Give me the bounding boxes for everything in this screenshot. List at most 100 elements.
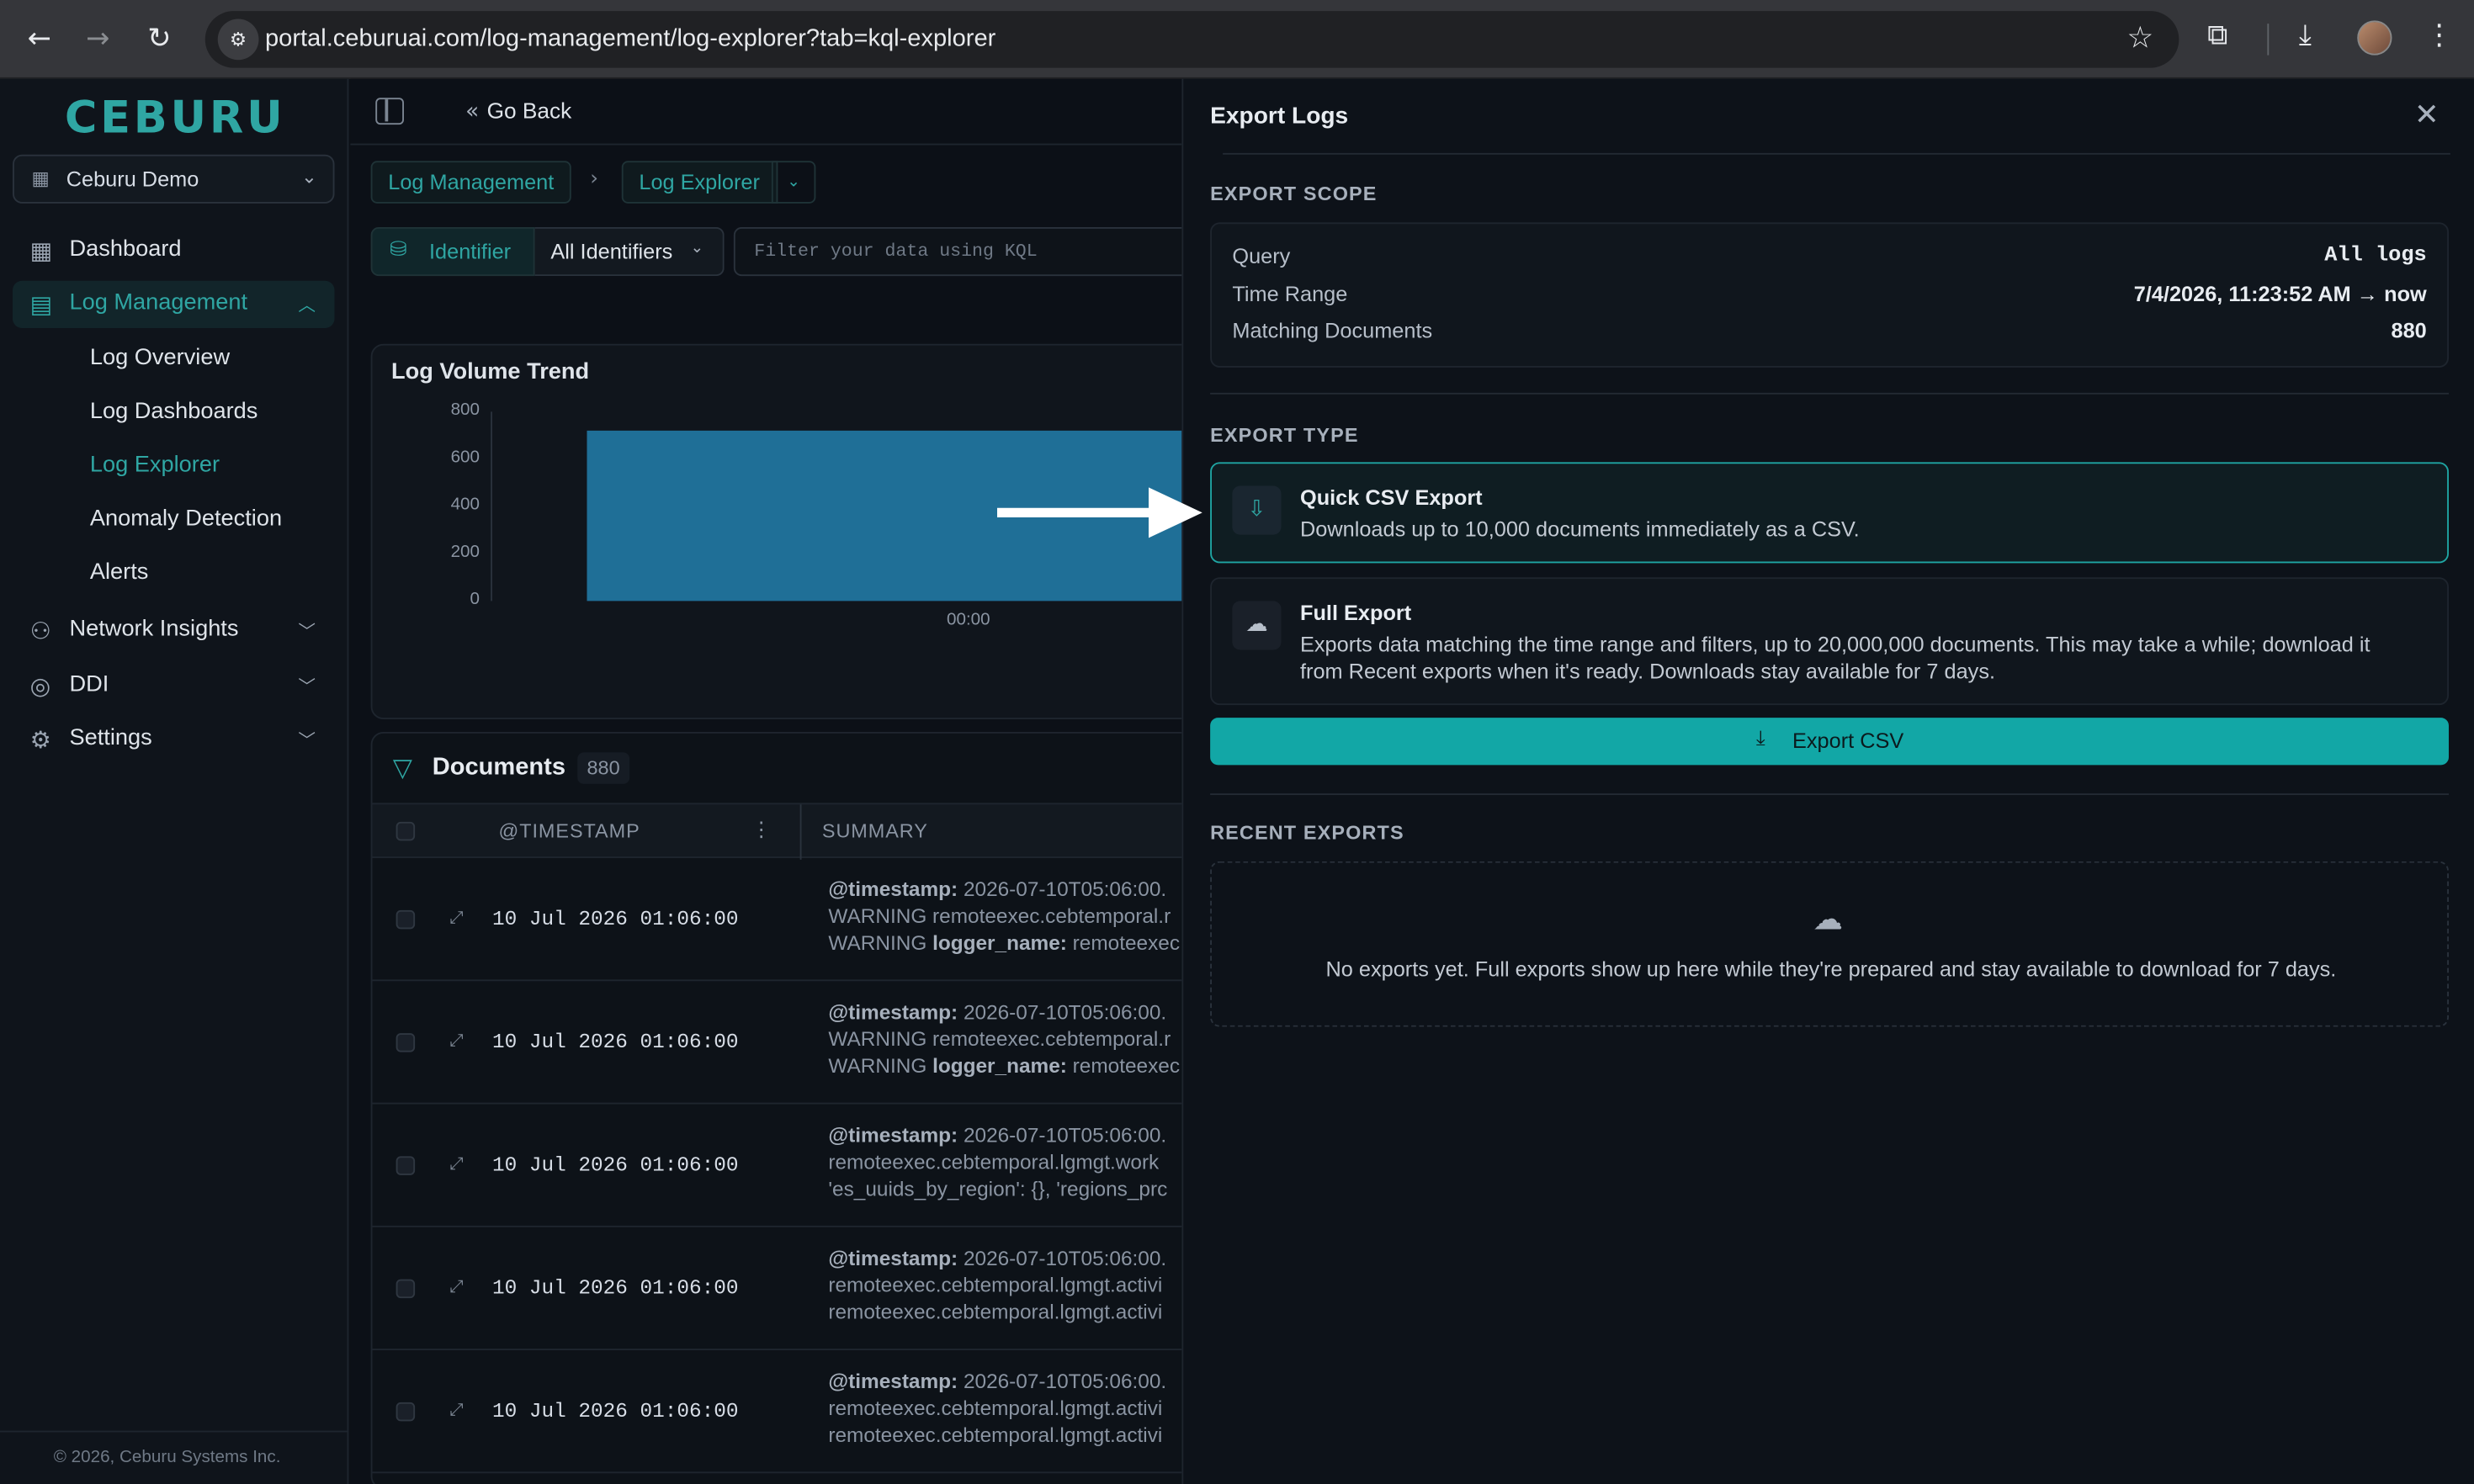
- sidebar-item-log-management[interactable]: ▤ Log Management ︿: [13, 280, 335, 328]
- back-icon[interactable]: ←: [19, 19, 61, 61]
- column-divider[interactable]: [799, 804, 802, 860]
- profile-avatar[interactable]: [2357, 20, 2392, 56]
- identifier-select[interactable]: All Identifiers ⌄: [534, 227, 725, 277]
- expand-icon[interactable]: ⤢: [449, 1399, 464, 1421]
- export-csv-button[interactable]: ⤓ Export CSV: [1210, 718, 2449, 766]
- identifier-button[interactable]: ⛁ Identifier: [370, 227, 535, 277]
- sidebar-item-label: Log Management: [69, 290, 248, 315]
- table-header: @TIMESTAMP ⋮ SUMMARY: [372, 803, 1182, 860]
- option-title: Quick CSV Export: [1300, 485, 1483, 510]
- documents-header: ▽ Documents 880: [373, 734, 1182, 803]
- summary-line: WARNING remoteexec.cebtemporal.r: [828, 904, 1171, 928]
- chevron-down-icon: ﹀: [298, 621, 316, 643]
- expand-icon[interactable]: ⤢: [449, 1276, 464, 1298]
- scope-key: Matching Documents: [1232, 318, 1433, 342]
- summary-key: @timestamp:: [828, 999, 958, 1024]
- summary-line: remoteexec.cebtemporal.lgmgt.activi: [828, 1396, 1163, 1420]
- column-options-icon[interactable]: ⋮: [751, 819, 772, 842]
- sidebar-subitem-log-overview[interactable]: Log Overview: [90, 346, 230, 371]
- summary-key: @timestamp:: [828, 1369, 958, 1393]
- row-checkbox[interactable]: [396, 1156, 416, 1175]
- url-text[interactable]: portal.ceburuai.com/log-management/log-e…: [265, 25, 995, 54]
- summary-key: @timestamp:: [828, 1123, 958, 1147]
- site-info-icon[interactable]: ⚙: [217, 19, 259, 61]
- sidebar-toggle-icon[interactable]: [375, 98, 404, 125]
- y-tick-label: 800: [450, 400, 480, 420]
- documents-title: Documents: [432, 754, 566, 782]
- scope-time-range-row: Time Range 7/4/2026, 11:23:52 AM → now: [1232, 283, 2426, 315]
- bookmark-star-icon[interactable]: ☆: [2126, 20, 2153, 55]
- sidebar-subitem-log-explorer[interactable]: Log Explorer: [90, 453, 220, 478]
- table-row[interactable]: ⤢ 10 Jul 2026 01:06:00 @timestamp: 2026-07…: [372, 1105, 1182, 1227]
- expand-icon[interactable]: ⤢: [449, 1153, 464, 1175]
- sidebar-subitem-log-dashboards[interactable]: Log Dashboards: [90, 399, 258, 424]
- summary-value: remoteexec.cebtemporal.lgmgt.activi: [828, 1423, 1163, 1447]
- row-checkbox[interactable]: [396, 1279, 416, 1299]
- org-selector[interactable]: ▦ Ceburu Demo ⌄: [13, 154, 335, 204]
- quick-csv-export-option[interactable]: ⇩ Quick CSV Export Downloads up to 10,00…: [1210, 462, 2449, 564]
- ceburu-logo[interactable]: CEBURU: [65, 92, 286, 144]
- summary-value: 2026-07-10T05:06:00.: [958, 1123, 1167, 1147]
- scope-key: Query: [1232, 244, 1291, 268]
- table-row[interactable]: ⤢ 10 Jul 2026 01:06:00 @timestamp: 2026-07…: [372, 1227, 1182, 1350]
- sidebar-item-network-insights[interactable]: ⚇ Network Insights ﹀: [13, 607, 335, 655]
- chevron-down-icon: ﹀: [298, 676, 316, 697]
- scope-key: Time Range: [1232, 282, 1348, 306]
- row-checkbox[interactable]: [396, 909, 416, 930]
- table-row[interactable]: ⤢ 10 Jul 2026 01:06:00 @timestamp: 2026-07…: [372, 981, 1182, 1105]
- address-bar[interactable]: ⚙ portal.ceburuai.com/log-management/log…: [204, 11, 2179, 68]
- kql-input[interactable]: Filter your data using KQL: [733, 227, 1182, 277]
- sidebar-subitem-anomaly-detection[interactable]: Anomaly Detection: [90, 506, 282, 532]
- x-tick-label: 00:00: [947, 610, 990, 630]
- sidebar-footer: © 2026, Ceburu Systems Inc.: [0, 1430, 349, 1484]
- breadcrumb-dropdown-icon[interactable]: ⌄: [771, 161, 816, 204]
- y-axis-line: [491, 411, 492, 602]
- table-row[interactable]: ⤢ 10 Jul 2026 01:06:00 @timestamp: 2026-07…: [372, 858, 1182, 982]
- export-scope-box: Query All logs Time Range 7/4/2026, 11:2…: [1210, 222, 2449, 368]
- breadcrumb-log-explorer[interactable]: Log Explorer: [621, 161, 778, 204]
- download-icon[interactable]: ⤓: [2299, 19, 2312, 52]
- row-summary: @timestamp: 2026-07-10T05:06:00. remoteex…: [828, 1121, 1181, 1202]
- row-timestamp: 10 Jul 2026 01:06:00: [492, 1275, 739, 1300]
- drawer-title: Export Logs: [1210, 102, 1349, 130]
- sidebar-item-label: DDI: [69, 671, 109, 697]
- sidebar-item-dashboard[interactable]: ▦ Dashboard: [13, 227, 335, 274]
- sidebar-item-settings[interactable]: ⚙ Settings ﹀: [13, 716, 335, 763]
- gear-icon: ⚙: [29, 725, 51, 755]
- go-back-button[interactable]: «Go Back: [465, 98, 571, 125]
- row-checkbox[interactable]: [396, 1402, 416, 1422]
- breadcrumb-log-management[interactable]: Log Management: [370, 161, 571, 204]
- row-timestamp: 10 Jul 2026 01:06:00: [492, 1153, 739, 1177]
- expand-icon[interactable]: ⤢: [449, 907, 464, 929]
- export-logs-drawer: Export Logs ✕ EXPORT SCOPE Query All log…: [1181, 78, 2474, 1484]
- extensions-icon[interactable]: ⧉: [2207, 19, 2227, 52]
- close-icon[interactable]: ✕: [2414, 98, 2439, 132]
- row-checkbox[interactable]: [396, 1033, 416, 1052]
- browser-toolbar: ← → ↻ ⚙ portal.ceburuai.com/log-manageme…: [0, 0, 2474, 79]
- file-download-icon: ⇩: [1232, 485, 1282, 535]
- sidebar-item-label: Network Insights: [69, 617, 239, 643]
- row-summary: @timestamp: 2026-07-10T05:06:00. remoteex…: [828, 1368, 1181, 1449]
- export-scope-label: EXPORT SCOPE: [1210, 183, 1378, 205]
- y-tick-label: 400: [450, 495, 480, 515]
- documents-panel: ▽ Documents 880 @TIMESTAMP ⋮ SUMMARY ⤢ 10…: [370, 732, 1182, 1484]
- select-all-checkbox[interactable]: [396, 821, 416, 841]
- full-export-option[interactable]: ☁ Full Export Exports data matching the …: [1210, 577, 2449, 706]
- sidebar-item-ddi[interactable]: ◎ DDI ﹀: [13, 663, 335, 710]
- table-row[interactable]: ⤢ 10 Jul 2026 01:06:00 @timestamp: 2026-07…: [372, 1350, 1182, 1474]
- column-header-summary[interactable]: SUMMARY: [822, 820, 928, 842]
- database-icon: ⛁: [390, 238, 407, 262]
- identifier-value: All Identifiers: [550, 240, 673, 264]
- double-chevron-left-icon: «: [465, 99, 480, 125]
- reload-icon[interactable]: ↻: [139, 19, 180, 61]
- expand-icon[interactable]: ⤢: [449, 1030, 464, 1052]
- sidebar: CEBURU ▦ Ceburu Demo ⌄ ▦ Dashboard ▤ Log…: [0, 78, 349, 1484]
- forward-icon[interactable]: →: [77, 19, 119, 61]
- main-content: «Go Back Log Management › Log Explorer ⌄…: [350, 78, 1182, 1484]
- filter-funnel-icon[interactable]: ▽: [393, 752, 412, 782]
- menu-icon[interactable]: ⋮: [2425, 19, 2454, 52]
- sidebar-subitem-alerts[interactable]: Alerts: [90, 560, 149, 586]
- building-icon: ▦: [31, 167, 50, 189]
- column-header-timestamp[interactable]: @TIMESTAMP: [499, 820, 640, 842]
- export-button-label: Export CSV: [1792, 729, 1904, 753]
